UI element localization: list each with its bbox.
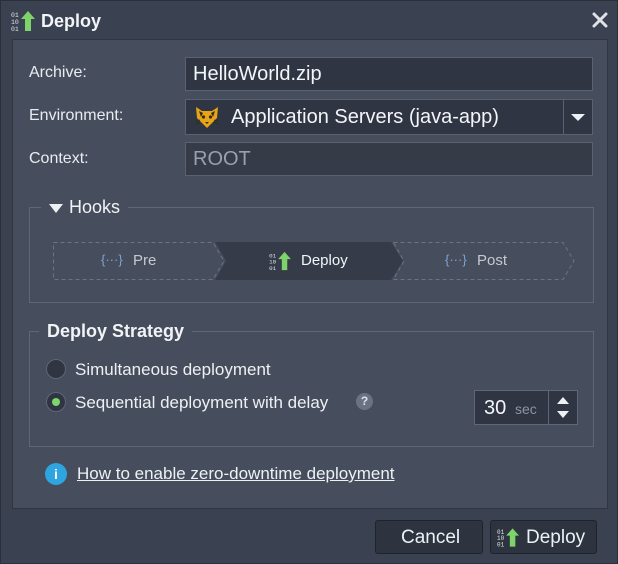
hook-step-deploy-label: Deploy bbox=[301, 252, 348, 269]
context-field[interactable]: ROOT bbox=[185, 142, 593, 176]
braces-icon: {···} bbox=[445, 252, 467, 267]
radio-sequential[interactable] bbox=[46, 392, 66, 412]
hook-step-pre[interactable]: {···} Pre bbox=[53, 242, 225, 280]
hooks-label: Hooks bbox=[69, 197, 121, 217]
deploy-button[interactable]: 01 10 01 Deploy bbox=[490, 520, 597, 554]
svg-text:01: 01 bbox=[497, 542, 505, 548]
spinner-arrows-icon[interactable] bbox=[549, 391, 577, 424]
environment-value: Application Servers (java-app) bbox=[231, 106, 499, 128]
delay-stepper[interactable]: 30 sec bbox=[474, 390, 578, 425]
svg-text:01: 01 bbox=[11, 12, 19, 19]
deploy-strategy-section bbox=[29, 331, 594, 447]
context-label: Context: bbox=[29, 150, 89, 167]
environment-select[interactable]: Application Servers (java-app) bbox=[185, 99, 593, 135]
radio-simultaneous[interactable] bbox=[46, 359, 66, 379]
hook-step-post[interactable]: {···} Post bbox=[393, 242, 575, 280]
cancel-button-label: Cancel bbox=[401, 527, 461, 548]
radio-simultaneous-label[interactable]: Simultaneous deployment bbox=[75, 360, 271, 380]
delay-spinner[interactable] bbox=[548, 391, 577, 424]
hook-step-pre-label: Pre bbox=[133, 252, 157, 269]
cancel-button[interactable]: Cancel bbox=[375, 520, 483, 554]
deploy-strategy-title: Deploy Strategy bbox=[39, 321, 193, 342]
chevron-down-icon bbox=[571, 114, 585, 121]
environment-label: Environment: bbox=[29, 107, 124, 124]
deploy-dialog: 01 10 01 Deploy Archive: HelloWorld.zip … bbox=[0, 0, 618, 564]
delay-value[interactable]: 30 bbox=[484, 397, 506, 420]
delay-unit: sec bbox=[515, 401, 537, 417]
braces-icon: {···} bbox=[101, 252, 123, 267]
hook-step-deploy[interactable]: 01 10 01 Deploy bbox=[215, 242, 403, 280]
dialog-title: Deploy bbox=[41, 11, 102, 31]
svg-text:01: 01 bbox=[11, 26, 19, 32]
archive-label: Archive: bbox=[29, 64, 87, 81]
environment-dropdown-button[interactable] bbox=[563, 100, 592, 134]
zero-downtime-link[interactable]: How to enable zero-downtime deployment bbox=[77, 464, 395, 484]
triangle-down-icon bbox=[49, 204, 63, 214]
hook-step-post-label: Post bbox=[477, 252, 508, 269]
radio-sequential-label[interactable]: Sequential deployment with delay bbox=[75, 393, 328, 413]
deploy-icon: 01 10 01 bbox=[11, 11, 35, 32]
dialog-titlebar: 01 10 01 Deploy bbox=[1, 1, 617, 39]
archive-field[interactable]: HelloWorld.zip bbox=[185, 57, 593, 91]
help-icon[interactable]: ? bbox=[356, 393, 373, 410]
deploy-icon: 01 10 01 bbox=[269, 251, 291, 271]
hooks-toggle[interactable]: Hooks bbox=[41, 197, 129, 218]
info-icon: i bbox=[45, 463, 67, 485]
radio-selected-dot bbox=[52, 398, 60, 406]
tomcat-icon bbox=[195, 107, 219, 128]
svg-text:01: 01 bbox=[269, 265, 277, 271]
close-icon[interactable] bbox=[588, 8, 612, 32]
deploy-button-label: Deploy bbox=[526, 527, 586, 548]
svg-text:10: 10 bbox=[11, 19, 19, 26]
deploy-icon: 01 10 01 bbox=[497, 528, 519, 548]
